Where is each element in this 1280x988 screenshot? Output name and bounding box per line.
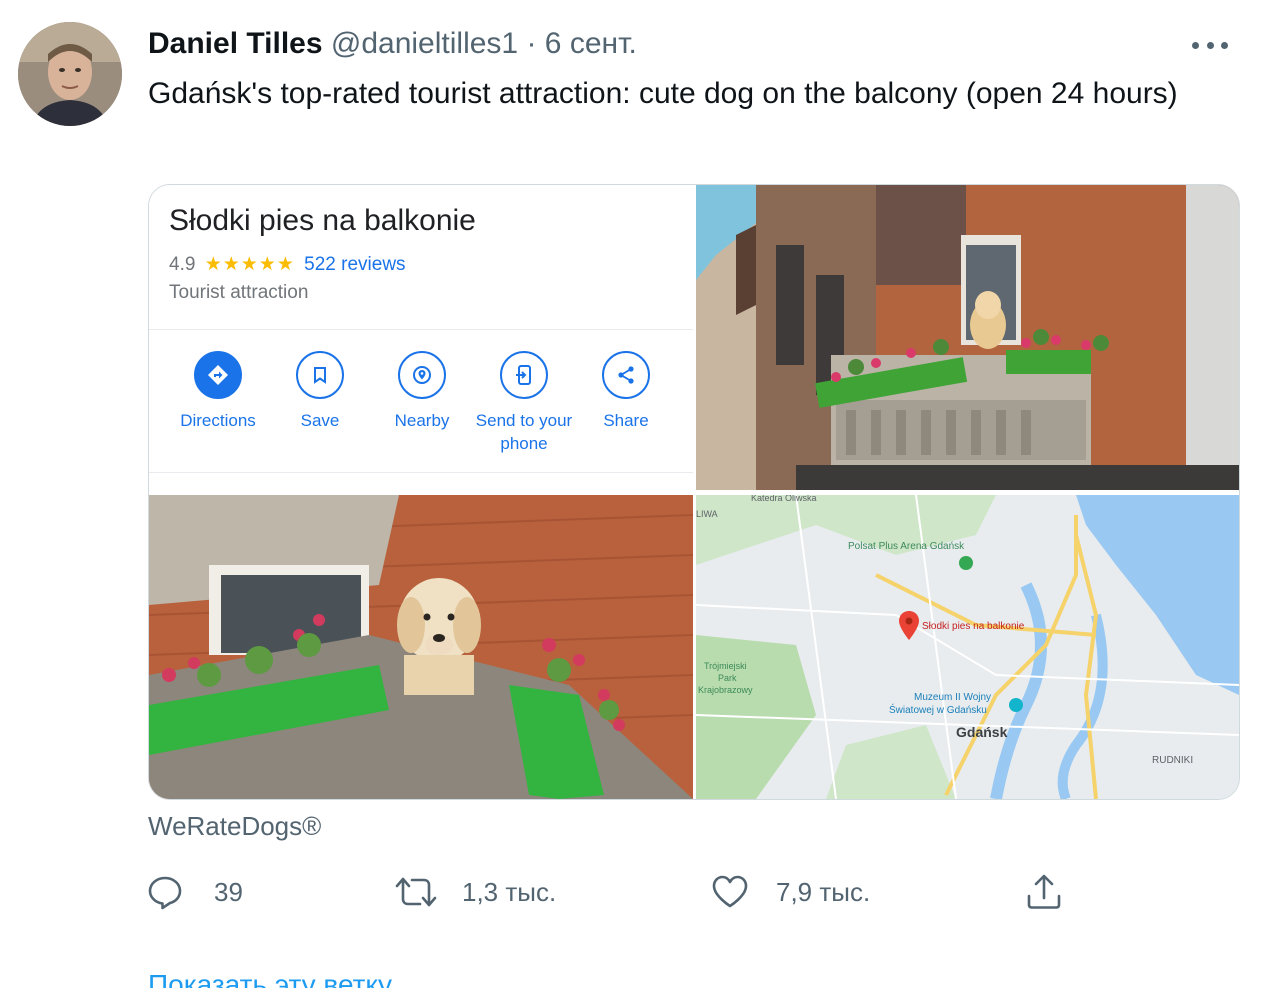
show-thread-link[interactable]: Показать эту ветку bbox=[148, 968, 392, 988]
header-separator: · bbox=[526, 27, 537, 60]
save-button[interactable]: Save bbox=[269, 351, 371, 455]
more-dot-icon bbox=[1206, 41, 1214, 49]
reply-icon bbox=[148, 876, 182, 910]
upload-share-icon bbox=[1027, 874, 1061, 909]
map-label-park-2: Park bbox=[718, 673, 737, 683]
card-source[interactable]: WeRateDogs® bbox=[148, 810, 321, 842]
map-view[interactable]: Katedra Oliwska LIWA Polsat Plus Arena G… bbox=[696, 495, 1239, 799]
directions-icon bbox=[194, 351, 242, 399]
rating-row: 4.9 ★★★★★ 522 reviews bbox=[169, 253, 406, 277]
send-to-phone-button[interactable]: Send to your phone bbox=[473, 351, 575, 455]
bookmark-icon bbox=[296, 351, 344, 399]
tweet-text: Gdańsk's top-rated tourist attraction: c… bbox=[148, 77, 1178, 110]
map-label-arena: Polsat Plus Arena Gdańsk bbox=[848, 541, 965, 552]
tweet-header: Daniel Tilles @danieltilles1 · 6 сент. bbox=[148, 26, 637, 62]
avatar[interactable] bbox=[18, 22, 122, 126]
divider bbox=[149, 329, 693, 330]
directions-button[interactable]: Directions bbox=[167, 351, 269, 455]
action-label: Send to your phone bbox=[475, 411, 573, 453]
map-marker-label: Słodki pies na balkonie bbox=[922, 621, 1025, 632]
more-options-button[interactable] bbox=[1192, 30, 1228, 60]
send-to-phone-icon bbox=[500, 351, 548, 399]
map-label-corner: LIWA bbox=[696, 509, 718, 519]
reviews-link[interactable]: 522 reviews bbox=[304, 254, 405, 275]
tweet-action-bar: 39 1,3 тыс. 7,9 тыс. bbox=[146, 870, 1086, 914]
reply-count: 39 bbox=[214, 876, 243, 907]
like-count: 7,9 тыс. bbox=[776, 876, 871, 907]
share-icon bbox=[602, 351, 650, 399]
reply-button[interactable]: 39 bbox=[146, 870, 243, 914]
map-label-park-3: Krajobrazowy bbox=[698, 685, 753, 695]
more-dot-icon bbox=[1221, 41, 1228, 49]
author-handle[interactable]: @danieltilles1 bbox=[331, 27, 518, 60]
map-label-city: Gdańsk bbox=[956, 724, 1008, 740]
map-label-park-1: Trójmiejski bbox=[704, 661, 747, 671]
place-category: Tourist attraction bbox=[169, 282, 309, 303]
action-label: Save bbox=[300, 411, 340, 430]
retweet-button[interactable]: 1,3 тыс. bbox=[394, 870, 556, 914]
place-actions: Directions Save Nearby Send to your phon… bbox=[167, 351, 677, 455]
post-date[interactable]: 6 сент. bbox=[545, 27, 637, 60]
dog-photo[interactable] bbox=[149, 495, 693, 799]
action-label: Directions bbox=[180, 411, 256, 430]
retweet-icon bbox=[395, 877, 437, 907]
heart-icon bbox=[712, 875, 748, 908]
share-tweet-button[interactable] bbox=[1024, 870, 1064, 914]
map-label-museum-1: Muzeum II Wojny bbox=[914, 692, 991, 703]
map-label-museum-2: Światowej w Gdańsku bbox=[889, 703, 987, 716]
author-name[interactable]: Daniel Tilles bbox=[148, 27, 323, 60]
place-name: Słodki pies na balkonie bbox=[169, 204, 476, 237]
more-dot-icon bbox=[1192, 41, 1199, 49]
like-button[interactable]: 7,9 тыс. bbox=[710, 870, 870, 914]
place-info-panel[interactable]: Słodki pies na balkonie 4.9 ★★★★★ 522 re… bbox=[149, 185, 693, 490]
tweet: Daniel Tilles @danieltilles1 · 6 сент. G… bbox=[0, 0, 1280, 988]
star-rating-icon: ★★★★★ bbox=[204, 254, 295, 275]
nearby-icon bbox=[398, 351, 446, 399]
rating-value: 4.9 bbox=[169, 254, 196, 275]
avatar-photo bbox=[18, 22, 122, 126]
action-label: Share bbox=[603, 411, 649, 430]
map-label-cathedral: Katedra Oliwska bbox=[751, 495, 817, 503]
map-label-rudniki: RUDNIKI bbox=[1152, 755, 1193, 766]
balcony-photo[interactable] bbox=[696, 185, 1239, 490]
nearby-button[interactable]: Nearby bbox=[371, 351, 473, 455]
map-museum-marker-icon bbox=[1009, 698, 1023, 712]
media-card[interactable]: Słodki pies na balkonie 4.9 ★★★★★ 522 re… bbox=[148, 184, 1240, 800]
map-park-marker-icon bbox=[959, 556, 973, 570]
divider bbox=[149, 472, 693, 473]
action-label: Nearby bbox=[394, 411, 450, 430]
retweet-count: 1,3 тыс. bbox=[462, 876, 557, 907]
share-button[interactable]: Share bbox=[575, 351, 677, 455]
